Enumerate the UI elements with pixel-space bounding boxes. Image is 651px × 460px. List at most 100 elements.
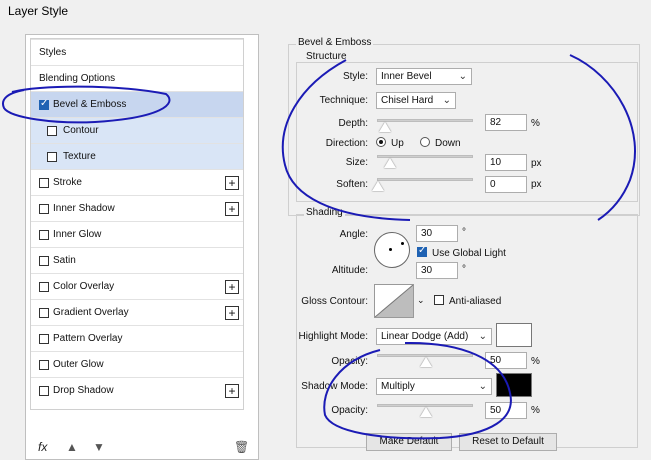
style-checkbox[interactable] bbox=[39, 230, 49, 240]
shadow-mode-select[interactable]: Multiply ⌄ bbox=[376, 378, 492, 395]
move-down-icon[interactable]: ▼ bbox=[93, 440, 105, 454]
style-checkbox[interactable] bbox=[39, 308, 49, 318]
shadow-opacity-input[interactable]: 50 bbox=[485, 402, 527, 419]
window-title: Layer Style bbox=[8, 4, 69, 18]
gloss-contour-dropdown-icon[interactable]: ⌄ bbox=[417, 295, 425, 306]
style-label: Pattern Overlay bbox=[53, 333, 123, 344]
altitude-unit: ° bbox=[462, 264, 466, 275]
chevron-down-icon: ⌄ bbox=[478, 331, 487, 342]
style-checkbox[interactable] bbox=[47, 152, 57, 162]
style-list-item[interactable]: Satin bbox=[31, 247, 243, 273]
direction-up-label: Up bbox=[391, 138, 404, 149]
style-list-item[interactable]: Drop Shadow + bbox=[31, 377, 243, 403]
trash-icon[interactable]: 🗑 bbox=[234, 440, 249, 454]
add-style-icon[interactable]: + bbox=[225, 384, 239, 398]
style-label: Blending Options bbox=[39, 73, 116, 84]
depth-input[interactable]: 82 bbox=[485, 114, 527, 131]
angle-handle-dot[interactable] bbox=[401, 242, 404, 245]
direction-up-radio[interactable] bbox=[376, 137, 386, 147]
angle-center-dot bbox=[389, 248, 392, 251]
style-label: Inner Shadow bbox=[53, 203, 115, 214]
direction-label: Direction: bbox=[325, 138, 368, 149]
style-label: Bevel & Emboss bbox=[53, 99, 127, 110]
size-unit: px bbox=[531, 158, 542, 169]
chevron-down-icon: ⌄ bbox=[442, 95, 451, 106]
style-label: Color Overlay bbox=[53, 281, 115, 292]
soften-slider-track[interactable] bbox=[377, 178, 473, 181]
style-list-item[interactable]: Inner Glow bbox=[31, 221, 243, 247]
direction-down-radio[interactable] bbox=[420, 137, 430, 147]
style-label: Stroke bbox=[53, 177, 82, 188]
soften-slider-thumb[interactable] bbox=[372, 181, 384, 191]
add-style-icon[interactable]: + bbox=[225, 280, 239, 294]
style-checkbox[interactable] bbox=[39, 98, 49, 110]
shadow-opacity-label: Opacity: bbox=[331, 405, 368, 416]
style-checkbox[interactable] bbox=[39, 386, 49, 396]
styles-toolbar: fx ▲ ▼ 🗑 bbox=[35, 440, 250, 456]
style-list-item[interactable]: Pattern Overlay bbox=[31, 325, 243, 351]
style-checkbox[interactable] bbox=[39, 334, 49, 344]
style-checkbox[interactable] bbox=[47, 126, 57, 136]
highlight-opacity-unit: % bbox=[531, 356, 540, 367]
style-list-item[interactable]: Bevel & Emboss bbox=[31, 91, 243, 117]
structure-title: Structure bbox=[304, 51, 349, 62]
technique-select-value: Chisel Hard bbox=[381, 95, 434, 106]
angle-dial[interactable] bbox=[374, 232, 410, 268]
style-checkbox[interactable] bbox=[39, 360, 49, 370]
highlight-mode-value: Linear Dodge (Add) bbox=[381, 331, 469, 342]
style-label: Contour bbox=[63, 125, 99, 136]
shadow-mode-label: Shadow Mode: bbox=[301, 381, 368, 392]
size-label: Size: bbox=[345, 157, 368, 168]
depth-slider-thumb[interactable] bbox=[379, 122, 391, 132]
style-list-item[interactable]: Contour bbox=[31, 117, 243, 143]
style-list-item[interactable]: Blending Options bbox=[31, 65, 243, 91]
style-label: Gradient Overlay bbox=[53, 307, 129, 318]
add-style-icon[interactable]: + bbox=[225, 202, 239, 216]
style-list-item[interactable]: Texture bbox=[31, 143, 243, 169]
style-list-item[interactable]: Gradient Overlay + bbox=[31, 299, 243, 325]
technique-select[interactable]: Chisel Hard ⌄ bbox=[376, 92, 456, 109]
shadow-opacity-slider-thumb[interactable] bbox=[420, 407, 432, 417]
soften-input[interactable]: 0 bbox=[485, 176, 527, 193]
shadow-color-swatch[interactable] bbox=[496, 373, 532, 397]
highlight-mode-label: Highlight Mode: bbox=[298, 331, 368, 342]
style-checkbox[interactable] bbox=[39, 256, 49, 266]
style-checkbox[interactable] bbox=[39, 204, 49, 214]
size-slider-thumb[interactable] bbox=[384, 158, 396, 168]
depth-unit: % bbox=[531, 118, 540, 129]
use-global-light-checkbox[interactable] bbox=[417, 245, 427, 257]
depth-slider-track[interactable] bbox=[377, 119, 473, 122]
make-default-button[interactable]: Make Default bbox=[366, 433, 452, 451]
styles-list: Styles Blending Options Bevel & Emboss Cont… bbox=[30, 38, 244, 410]
style-checkbox[interactable] bbox=[39, 178, 49, 188]
style-select[interactable]: Inner Bevel ⌄ bbox=[376, 68, 472, 85]
style-list-item[interactable]: Stroke + bbox=[31, 169, 243, 195]
move-up-icon[interactable]: ▲ bbox=[66, 440, 78, 454]
angle-input[interactable]: 30 bbox=[416, 225, 458, 242]
style-label: Style: bbox=[342, 71, 368, 82]
technique-label: Technique: bbox=[319, 95, 368, 106]
style-list-item[interactable]: Color Overlay + bbox=[31, 273, 243, 299]
highlight-opacity-input[interactable]: 50 bbox=[485, 352, 527, 369]
angle-unit: ° bbox=[462, 227, 466, 238]
highlight-opacity-label: Opacity: bbox=[331, 356, 368, 367]
highlight-mode-select[interactable]: Linear Dodge (Add) ⌄ bbox=[376, 328, 492, 345]
add-style-icon[interactable]: + bbox=[225, 176, 239, 190]
fx-button[interactable]: fx bbox=[38, 440, 47, 454]
anti-aliased-checkbox[interactable] bbox=[434, 295, 444, 305]
add-style-icon[interactable]: + bbox=[225, 306, 239, 320]
gloss-contour-picker[interactable] bbox=[374, 284, 414, 318]
depth-label: Depth: bbox=[338, 118, 368, 129]
style-list-item[interactable]: Outer Glow bbox=[31, 351, 243, 377]
style-label: Inner Glow bbox=[53, 229, 102, 240]
style-list-item[interactable]: Inner Shadow + bbox=[31, 195, 243, 221]
reset-to-default-button[interactable]: Reset to Default bbox=[459, 433, 557, 451]
style-list-item[interactable]: Styles bbox=[31, 39, 243, 65]
soften-unit: px bbox=[531, 179, 542, 190]
highlight-opacity-slider-thumb[interactable] bbox=[420, 357, 432, 367]
style-checkbox[interactable] bbox=[39, 282, 49, 292]
bevel-emboss-title: Bevel & Emboss bbox=[296, 37, 374, 48]
altitude-input[interactable]: 30 bbox=[416, 262, 458, 279]
highlight-color-swatch[interactable] bbox=[496, 323, 532, 347]
size-input[interactable]: 10 bbox=[485, 154, 527, 171]
